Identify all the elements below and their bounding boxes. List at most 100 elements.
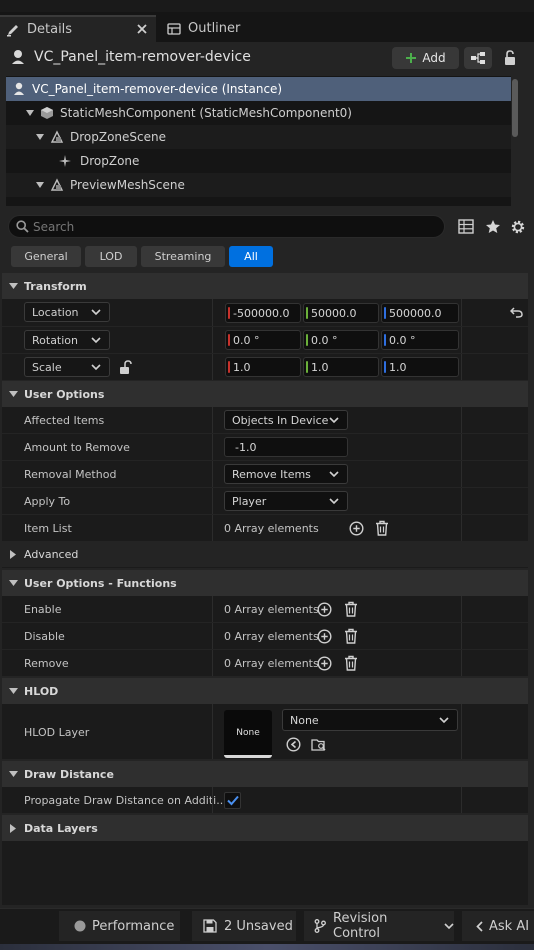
- settings-gear-icon[interactable]: [510, 219, 526, 235]
- rotation-y-value: 0.0 °: [311, 333, 338, 347]
- filter-all-button[interactable]: All: [229, 246, 273, 267]
- tree-item-label: PreviewMeshScene: [70, 178, 185, 192]
- filter-streaming-button[interactable]: Streaming: [141, 246, 225, 267]
- tree-item-dropzone[interactable]: DropZone: [6, 149, 511, 173]
- enable-label: Enable: [24, 603, 62, 616]
- performance-button[interactable]: Performance: [59, 911, 180, 941]
- section-user-options[interactable]: User Options: [2, 381, 528, 407]
- rotation-z-value: 0.0 °: [389, 333, 416, 347]
- use-selected-asset-icon[interactable]: [286, 737, 301, 752]
- enable-value: 0 Array elements: [224, 603, 319, 616]
- rotation-dropdown[interactable]: Rotation: [24, 330, 110, 350]
- trash-icon[interactable]: [344, 601, 358, 617]
- hlod-layer-value: None: [290, 713, 319, 727]
- unsaved-label: 2 Unsaved: [224, 918, 293, 934]
- tree-item-previewmeshscene[interactable]: PreviewMeshScene: [6, 173, 511, 197]
- unlock-ratio-icon[interactable]: [118, 360, 132, 375]
- expand-arrow-icon: [2, 390, 24, 398]
- location-x-field[interactable]: -500000.0: [225, 303, 301, 323]
- blueprint-button[interactable]: [464, 47, 492, 69]
- scale-dropdown[interactable]: Scale: [24, 357, 110, 377]
- trash-icon[interactable]: [375, 520, 389, 536]
- hlod-layer-dropdown[interactable]: None: [282, 709, 458, 731]
- apply-to-dropdown[interactable]: Player: [224, 491, 348, 511]
- search-field[interactable]: [33, 218, 433, 235]
- tree-item-root[interactable]: VC_Panel_item-remover-device (Instance): [6, 77, 511, 101]
- item-list-label: Item List: [24, 522, 72, 535]
- expand-arrow-icon: [2, 770, 24, 778]
- tab-outliner[interactable]: Outliner: [157, 15, 267, 42]
- rotation-row: Rotation 0.0 ° 0.0 ° 0.0 °: [2, 327, 528, 354]
- item-list-value: 0 Array elements: [224, 522, 319, 535]
- taskbar-edge: [0, 944, 534, 950]
- tree-item-dropzonescene[interactable]: DropZoneScene: [6, 125, 511, 149]
- filter-general-button[interactable]: General: [11, 246, 81, 267]
- component-tree: VC_Panel_item-remover-device (Instance) …: [6, 76, 511, 206]
- add-element-icon[interactable]: [317, 629, 332, 644]
- propagate-draw-distance-label: Propagate Draw Distance on Additi...: [24, 794, 227, 807]
- section-data-layers[interactable]: Data Layers: [2, 815, 528, 841]
- checkmark-icon: [227, 795, 239, 806]
- remove-label: Remove: [24, 657, 69, 670]
- details-icon: [6, 23, 20, 37]
- disable-label: Disable: [24, 630, 65, 643]
- search-input[interactable]: [8, 215, 445, 238]
- tree-item-staticmesh[interactable]: StaticMeshComponent (StaticMeshComponent…: [6, 101, 511, 125]
- lock-icon[interactable]: [503, 50, 517, 66]
- collapse-arrow-icon[interactable]: [36, 133, 44, 141]
- unsaved-button[interactable]: 2 Unsaved: [192, 911, 296, 941]
- location-z-field[interactable]: 500000.0: [381, 303, 459, 323]
- rotation-y-field[interactable]: 0.0 °: [303, 330, 379, 350]
- add-component-button[interactable]: Add: [392, 47, 459, 69]
- chevron-down-icon: [329, 416, 339, 424]
- ask-ai-button[interactable]: Ask AI: [462, 911, 534, 941]
- collapse-arrow-icon[interactable]: [36, 181, 44, 189]
- affected-items-dropdown[interactable]: Objects In Device: [224, 410, 348, 430]
- add-element-icon[interactable]: [317, 656, 332, 671]
- scale-x-field[interactable]: 1.0: [225, 357, 301, 377]
- section-hlod[interactable]: HLOD: [2, 678, 528, 704]
- tree-scrollbar[interactable]: [512, 79, 518, 137]
- scale-y-field[interactable]: 1.0: [303, 357, 379, 377]
- static-mesh-icon: [40, 106, 54, 120]
- revision-control-label: Revision Control: [333, 911, 388, 941]
- reset-to-default-icon[interactable]: [510, 307, 523, 318]
- add-element-icon[interactable]: [317, 602, 332, 617]
- revision-control-button[interactable]: Revision Control: [304, 911, 454, 941]
- collapse-arrow-icon[interactable]: [26, 109, 34, 117]
- propagate-draw-distance-checkbox[interactable]: [224, 792, 241, 809]
- trash-icon[interactable]: [344, 628, 358, 644]
- rotation-x-field[interactable]: 0.0 °: [225, 330, 301, 350]
- removal-method-row: Removal Method Remove Items: [2, 461, 528, 488]
- section-transform[interactable]: Transform: [2, 273, 528, 299]
- section-advanced[interactable]: Advanced: [2, 542, 528, 568]
- rotation-z-field[interactable]: 0.0 °: [381, 330, 459, 350]
- hlod-layer-label: HLOD Layer: [24, 726, 90, 739]
- chevron-down-icon: [91, 363, 101, 371]
- expand-arrow-icon: [2, 579, 24, 587]
- section-title: HLOD: [24, 684, 59, 698]
- close-tab-icon[interactable]: [137, 24, 147, 34]
- add-element-icon[interactable]: [349, 521, 364, 536]
- star-icon[interactable]: [485, 219, 501, 234]
- removal-method-dropdown[interactable]: Remove Items: [224, 464, 348, 484]
- scene-component-icon: [50, 130, 64, 144]
- location-x-value: -500000.0: [233, 306, 290, 320]
- filter-label: General: [24, 250, 68, 263]
- amount-to-remove-field[interactable]: -1.0: [224, 437, 348, 457]
- dropzone-icon: [58, 154, 72, 168]
- ask-ai-label: Ask AI: [489, 918, 530, 934]
- section-user-options-functions[interactable]: User Options - Functions: [2, 570, 528, 596]
- chevron-down-icon: [444, 922, 454, 930]
- section-draw-distance[interactable]: Draw Distance: [2, 761, 528, 787]
- location-dropdown[interactable]: Location: [24, 302, 110, 322]
- scale-z-field[interactable]: 1.0: [381, 357, 459, 377]
- trash-icon[interactable]: [344, 655, 358, 671]
- tab-details[interactable]: Details: [0, 15, 156, 42]
- location-y-field[interactable]: 50000.0: [303, 303, 379, 323]
- hlod-asset-thumbnail[interactable]: None: [224, 710, 272, 758]
- tree-item-label: DropZone: [80, 154, 140, 168]
- table-view-icon[interactable]: [458, 219, 474, 234]
- browse-asset-icon[interactable]: [311, 737, 327, 752]
- filter-lod-button[interactable]: LOD: [85, 246, 137, 267]
